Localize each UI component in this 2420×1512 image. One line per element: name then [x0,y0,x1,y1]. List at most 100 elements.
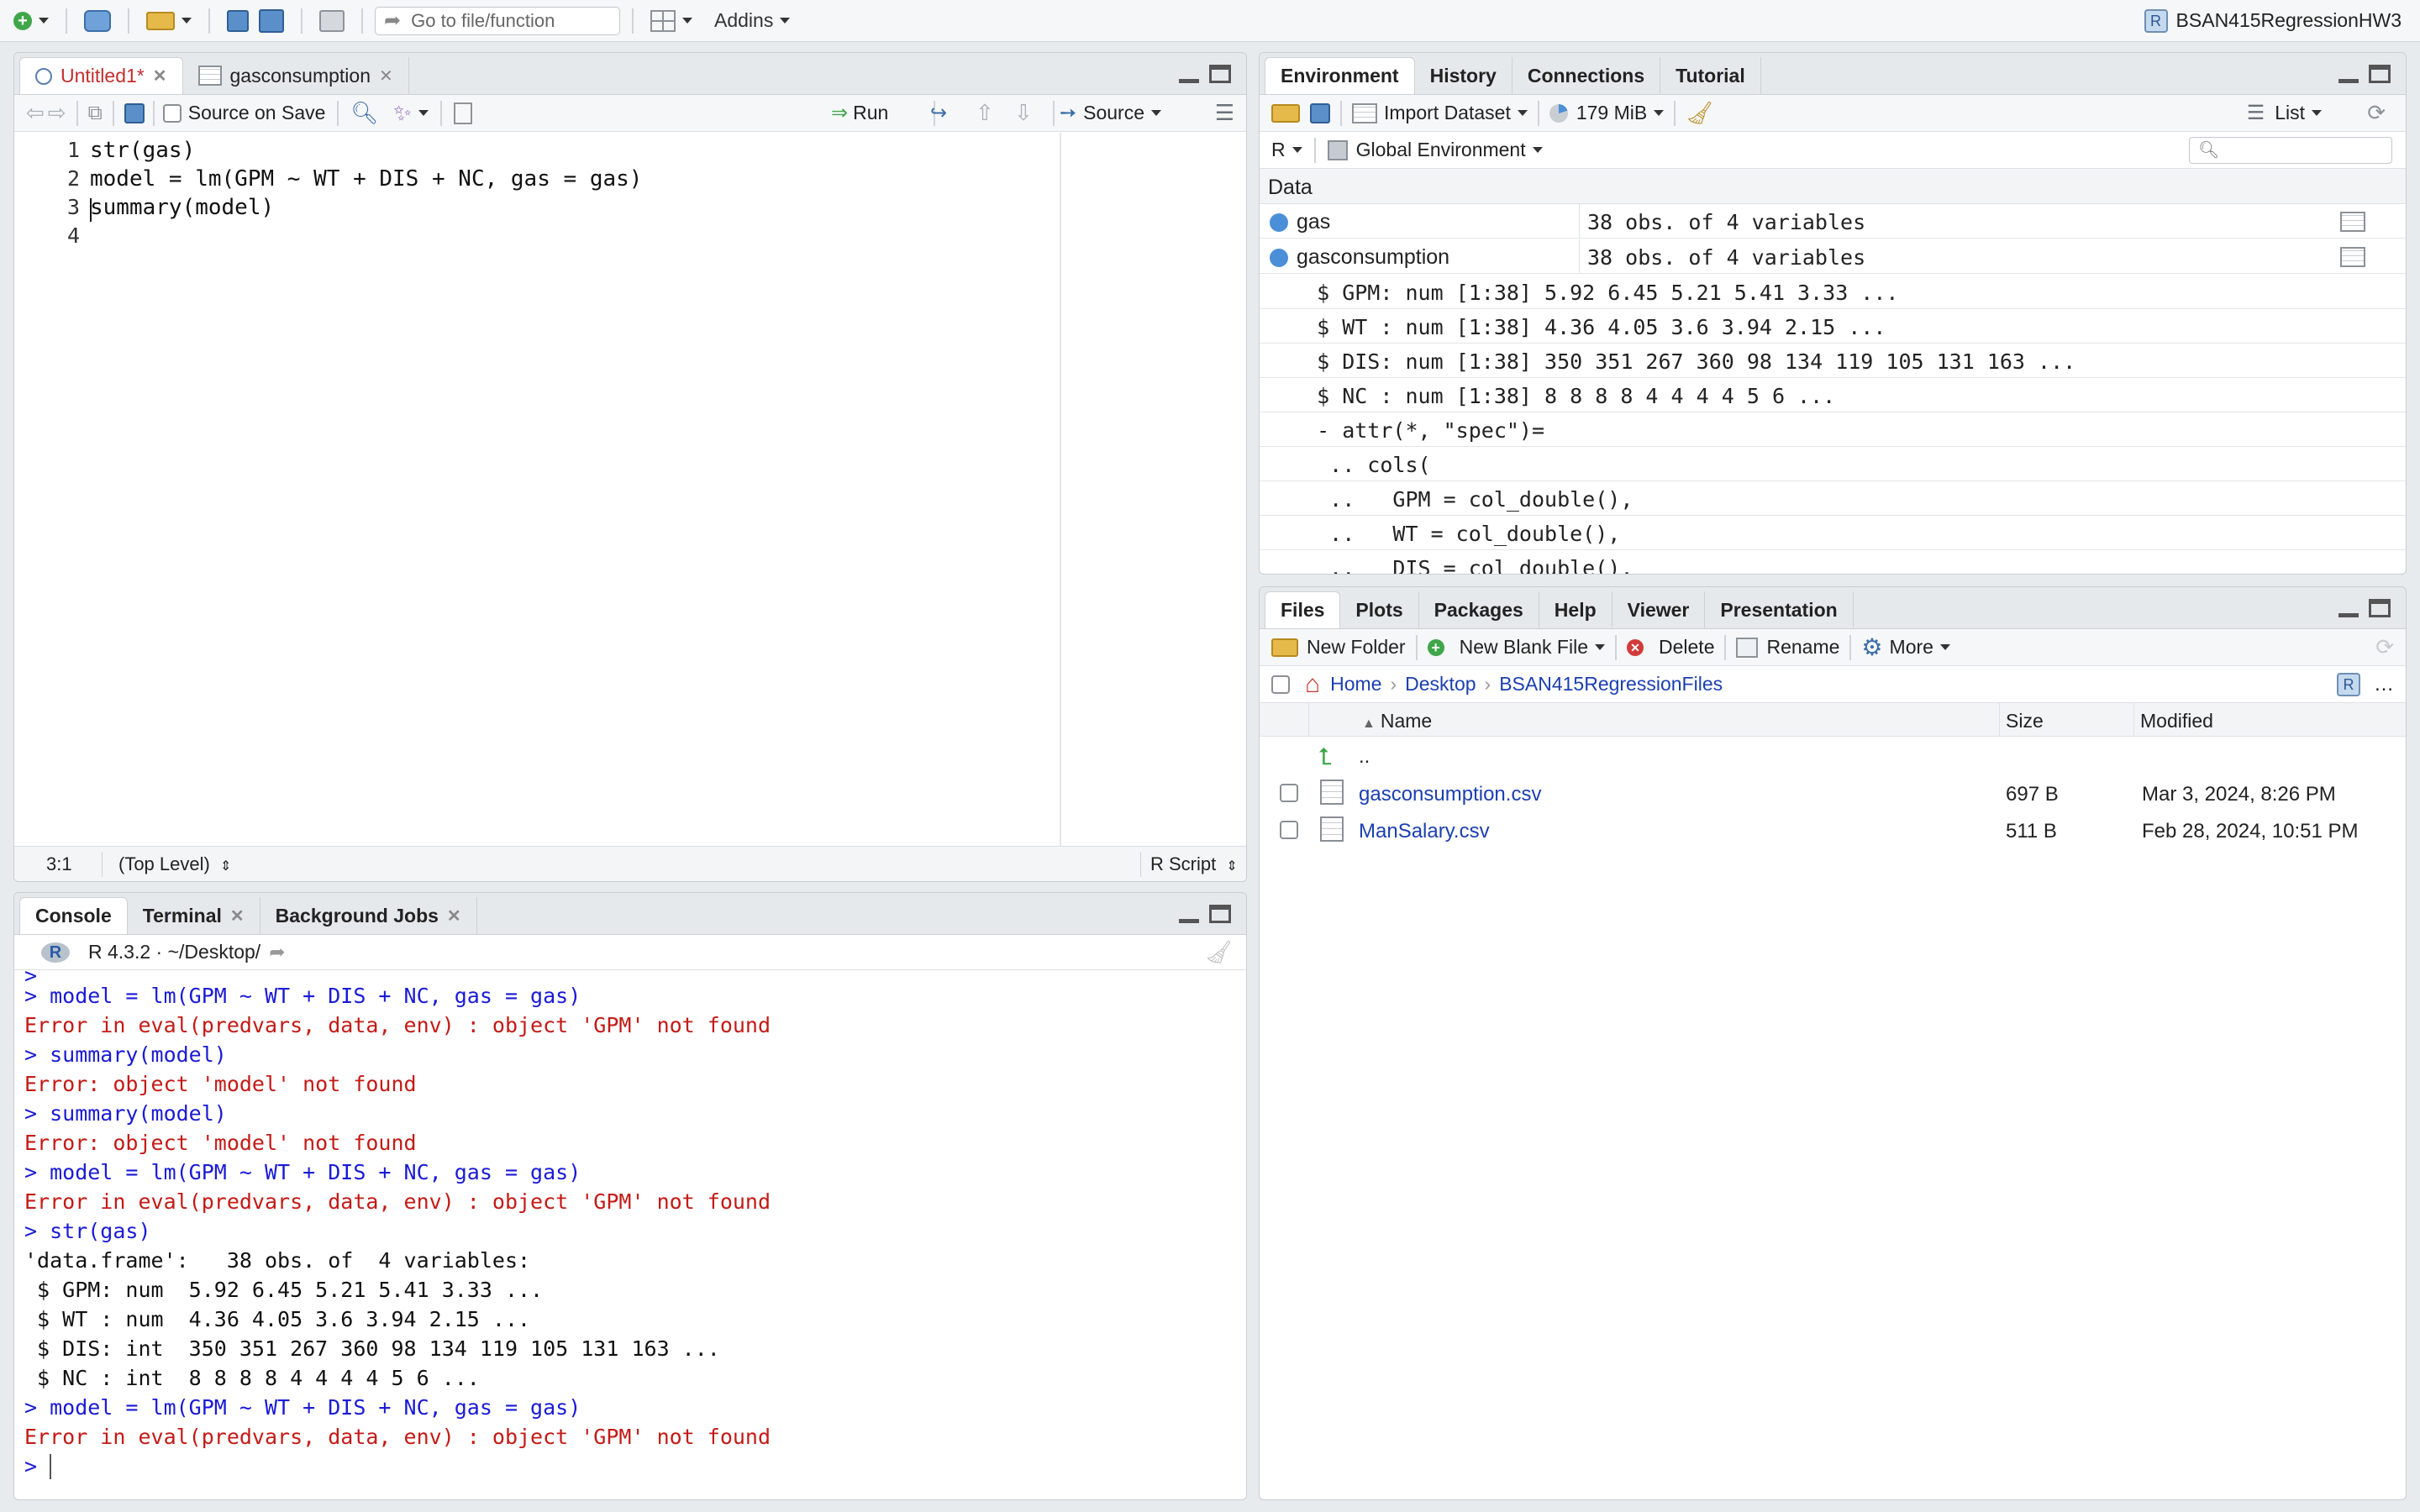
tab-plots[interactable]: Plots [1340,591,1419,628]
go-to-dir-icon[interactable]: ➦ [269,941,285,963]
file-checkbox[interactable] [1280,784,1298,802]
tab-viewer[interactable]: Viewer [1612,591,1706,628]
minimize-icon[interactable] [2338,599,2359,617]
compile-report-icon[interactable] [453,102,472,124]
scope-selector[interactable]: (Top Level) ⇕ [118,853,231,875]
column-size[interactable]: Size [2006,710,2044,732]
maximize-icon[interactable] [1209,905,1231,923]
project-menu[interactable]: R BSAN415RegressionHW3 [2144,0,2402,42]
refresh-icon[interactable]: ⟳ [2367,100,2386,126]
addins-menu[interactable]: Addins [709,4,795,38]
collapse-icon[interactable] [1270,249,1288,268]
close-icon[interactable]: ✕ [447,906,461,927]
import-dataset-button[interactable]: Import Dataset [1352,102,1528,124]
close-icon[interactable]: ✕ [379,66,393,87]
forward-arrow-icon[interactable]: ⇨ [48,100,66,126]
tab-packages[interactable]: Packages [1419,591,1539,628]
maximize-icon[interactable] [2369,65,2391,83]
console-prompt[interactable]: > [24,1454,50,1478]
more-options-icon[interactable]: … [2374,673,2394,696]
view-data-icon[interactable] [2340,247,2365,267]
file-name[interactable]: gasconsumption.csv [1359,783,1541,806]
rename-button[interactable]: Rename [1736,636,1839,659]
files-pane: Files Plots Packages Help Viewer Present… [1259,586,2407,1500]
close-icon[interactable]: ✕ [230,906,245,927]
tab-connections[interactable]: Connections [1512,57,1661,94]
tab-background-jobs[interactable]: Background Jobs ✕ [260,897,477,934]
view-mode-menu[interactable]: ☰ List [2247,101,2322,125]
home-icon[interactable]: ⌂ [1305,670,1320,699]
rerun-icon[interactable]: ↪︎ [930,101,947,125]
tab-files[interactable]: Files [1265,591,1341,628]
breadcrumb-desktop[interactable]: Desktop [1405,673,1476,696]
maximize-icon[interactable] [1209,65,1231,83]
tab-help[interactable]: Help [1539,591,1612,628]
env-object-row[interactable]: gasconsumption 38 obs. of 4 variables [1260,239,2406,274]
r-project-icon[interactable]: R [2337,672,2360,696]
parent-directory-row[interactable]: ⮤ .. [1260,738,2406,775]
console-output[interactable]: > > model = lm(GPM ~ WT + DIS + NC, gas … [14,963,1246,1499]
refresh-icon[interactable]: ⟳ [2375,634,2394,660]
column-name[interactable]: ▲ Name [1362,710,1432,732]
file-name[interactable]: ManSalary.csv [1359,820,1490,843]
load-workspace-icon[interactable] [1271,103,1300,123]
console-path: R 4.3.2 · ~/Desktop/ [88,941,261,963]
down-arrow-icon[interactable]: ⇩ [1014,100,1033,126]
goto-file-input[interactable]: ➦ Go to file/function [375,6,620,35]
save-icon[interactable] [124,102,145,123]
tab-environment[interactable]: Environment [1265,57,1415,94]
file-type-selector[interactable]: R Script ⇕ [1150,853,1238,875]
up-arrow-icon[interactable]: ⇧ [976,100,994,126]
new-project-button[interactable] [79,4,116,38]
environment-search-input[interactable]: 🔍︎ [2189,136,2392,164]
minimize-icon[interactable] [2338,65,2359,83]
delete-button[interactable]: ✕ Delete [1627,636,1714,659]
outline-icon[interactable]: ☰ [1215,100,1234,126]
minimize-icon[interactable] [1179,65,1199,83]
new-blank-file-button[interactable]: + New Blank File [1427,636,1605,659]
tab-terminal[interactable]: Terminal ✕ [128,897,260,934]
language-menu[interactable]: R [1271,139,1302,161]
new-folder-button[interactable]: New Folder [1271,636,1406,659]
column-modified[interactable]: Modified [2140,710,2213,732]
tab-history[interactable]: History [1415,57,1512,94]
clear-console-icon[interactable]: 🧹︎ [1205,939,1233,965]
maximize-icon[interactable] [2369,599,2391,617]
file-checkbox[interactable] [1280,821,1298,839]
scope-menu[interactable]: Global Environment [1327,139,1543,161]
env-object-row[interactable]: gas 38 obs. of 4 variables [1260,204,2406,239]
back-arrow-icon[interactable]: ⇦ [26,100,45,126]
run-button[interactable]: ⇒ Run [831,101,888,125]
view-data-icon[interactable] [2340,212,2365,232]
search-icon[interactable]: 🔍︎ [350,100,378,126]
open-file-button[interactable] [141,4,197,38]
tab-untitled1[interactable]: Untitled1* ✕ [19,57,183,94]
broom-icon[interactable]: 🧹︎ [1686,100,1713,126]
minimize-icon[interactable] [1179,905,1199,923]
pane-layout-button[interactable] [645,4,697,38]
breadcrumb-home[interactable]: Home [1330,673,1381,696]
expand-icon[interactable] [1270,213,1288,233]
source-on-save-checkbox[interactable] [162,103,182,123]
memory-usage-button[interactable]: 179 MiB [1549,102,1665,124]
close-icon[interactable]: ✕ [153,66,167,87]
print-button[interactable] [314,4,350,38]
tab-presentation[interactable]: Presentation [1705,591,1854,628]
select-all-checkbox[interactable] [1271,675,1290,694]
file-row[interactable]: ManSalary.csv 511 B Feb 28, 2024, 10:51 … [1260,812,2406,849]
tab-tutorial[interactable]: Tutorial [1660,57,1761,94]
new-file-button[interactable]: + [8,4,54,38]
code-area[interactable]: str(gas) model = lm(GPM ~ WT + DIS + NC,… [14,133,1246,846]
save-button[interactable] [222,4,254,38]
breadcrumb-folder[interactable]: BSAN415RegressionFiles [1499,673,1723,696]
section-header: Data [1260,169,2406,204]
tab-gasconsumption[interactable]: gasconsumption ✕ [183,57,409,94]
more-menu[interactable]: ⚙ More [1861,633,1950,661]
tab-console[interactable]: Console [19,897,128,934]
file-row[interactable]: gasconsumption.csv 697 B Mar 3, 2024, 8:… [1260,775,2406,812]
magic-wand-icon[interactable]: ✨︎ [393,100,411,127]
save-all-button[interactable] [254,4,289,38]
save-workspace-icon[interactable] [1310,102,1330,123]
source-button[interactable]: ➙ Source [1060,101,1161,125]
show-in-window-icon[interactable]: ⧉ [88,102,103,125]
